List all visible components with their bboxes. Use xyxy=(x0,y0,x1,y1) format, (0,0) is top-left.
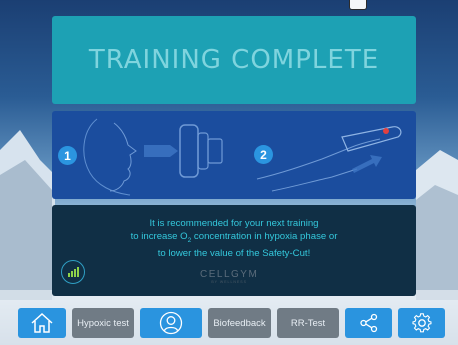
profile-button[interactable] xyxy=(140,308,202,338)
gear-icon xyxy=(411,313,432,333)
step-1-badge: 1 xyxy=(58,146,77,165)
instruction-illustration xyxy=(83,118,402,196)
title-panel: TRAINING COMPLETE xyxy=(52,16,416,104)
instruction-panel: 1 2 xyxy=(52,111,416,199)
window-handle xyxy=(349,0,367,10)
message-panel: It is recommended for your next training… xyxy=(52,205,416,296)
home-button[interactable] xyxy=(18,308,66,338)
rr-test-button[interactable]: RR-Test xyxy=(277,308,339,338)
message-line-1: It is recommended for your next training xyxy=(149,218,319,229)
step-2-badge: 2 xyxy=(254,145,273,164)
message-line-3: to lower the value of the Safety-Cut! xyxy=(157,247,311,259)
message-line-2: to increase O2 concentration in hypoxia … xyxy=(130,231,338,244)
cellgym-logo: CELLGYM BY WELLNESS xyxy=(200,269,259,284)
user-icon xyxy=(159,311,183,335)
share-icon xyxy=(359,313,377,333)
hypoxic-test-button[interactable]: Hypoxic test xyxy=(72,308,134,338)
share-button[interactable] xyxy=(345,308,392,338)
stats-icon[interactable] xyxy=(61,260,85,284)
page-title: TRAINING COMPLETE xyxy=(88,45,380,75)
recommendation-message: It is recommended for your next training… xyxy=(72,217,396,260)
settings-button[interactable] xyxy=(398,308,445,338)
biofeedback-button[interactable]: Biofeedback xyxy=(208,308,271,338)
home-icon xyxy=(31,312,53,333)
